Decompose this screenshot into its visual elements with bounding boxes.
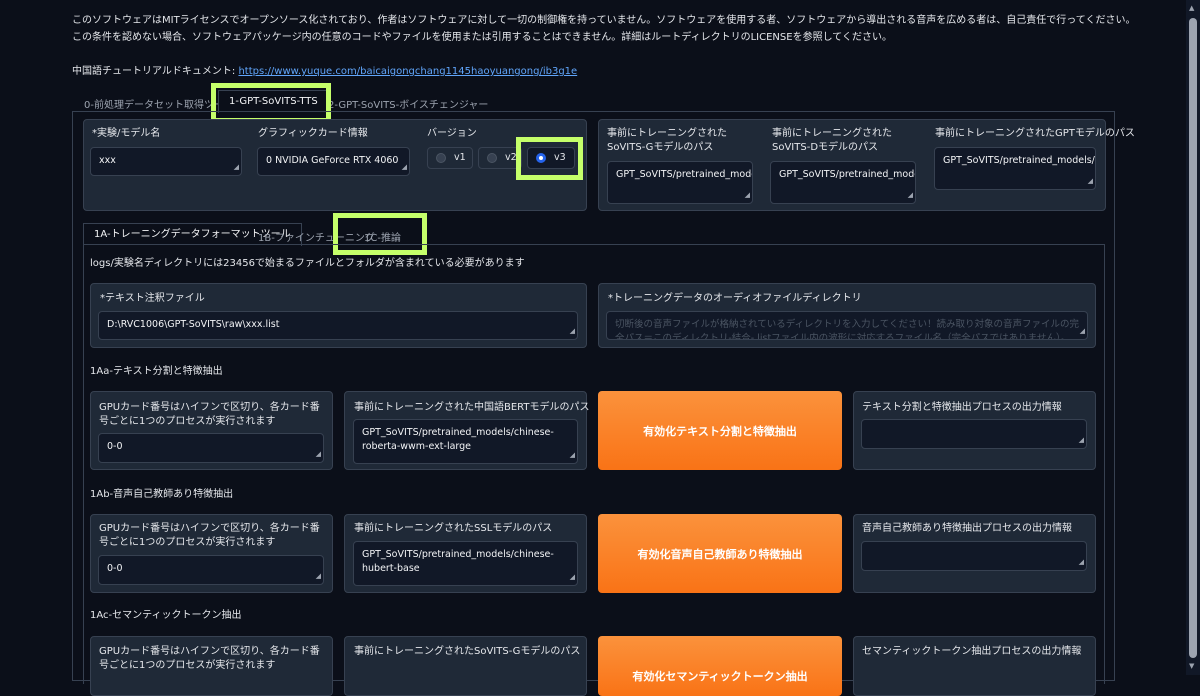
s1c-output-label: セマンティックトークン抽出プロセスの出力情報 — [862, 646, 1082, 657]
s1a-bert-input[interactable]: GPT_SoVITS/pretrained_models/chinese-rob… — [353, 419, 578, 464]
doc-label: 中国語チュートリアルドキュメント: — [72, 66, 239, 77]
s1b-gpu-label: GPUカード番号はハイフンで区切り、各カード番号ごとに1つのプロセスが実行されま… — [99, 523, 320, 548]
section-1ac-title: 1Ac-セマンティックトークン抽出 — [90, 610, 242, 621]
intro-text: このソフトウェアはMITライセンスでオープンソース化されており、作者はソフトウェ… — [72, 12, 1135, 80]
gpu-info-field[interactable]: 0 NVIDIA GeForce RTX 4060 ◢ — [257, 147, 410, 176]
s1a-output-box[interactable]: ◢ — [861, 419, 1087, 449]
s1b-ssl-input[interactable]: GPT_SoVITS/pretrained_models/chinese-hub… — [353, 541, 578, 586]
s1a-gpu-input[interactable]: 0-0 ◢ — [98, 433, 324, 463]
s1a-output-label: テキスト分割と特徴抽出プロセスの出力情報 — [862, 402, 1062, 413]
s1b-output-box[interactable]: ◢ — [861, 541, 1087, 571]
s1b-output-label: 音声自己教師あり特徴抽出プロセスの出力情報 — [862, 523, 1072, 534]
s1b-ssl-label: 事前にトレーニングされたSSLモデルのパス — [354, 523, 553, 534]
subtab-1c[interactable]: 1C-推論 — [364, 229, 401, 244]
section-1aa-title: 1Aa-テキスト分割と特徴抽出 — [90, 366, 223, 377]
sovits-g-path-label: 事前にトレーニングされたSoVITS-Gモデルのパス — [607, 128, 727, 153]
exp-name-input[interactable]: xxx ◢ — [90, 147, 242, 176]
notice-text: logs/実験名ディレクトリには23456で始まるファイルとフォルダが含まれてい… — [90, 258, 525, 269]
audio-dir-input[interactable]: 切断後の音声ファイルが格納されているディレクトリを入力してください！読み取り対象… — [606, 311, 1088, 340]
exp-name-label: *実験/モデル名 — [92, 128, 161, 139]
s1c-run-button[interactable]: 有効化セマンティックトークン抽出 — [598, 636, 842, 696]
radio-dot-icon — [436, 153, 446, 163]
tab-tts[interactable]: 1-GPT-SoVITS-TTS — [218, 90, 329, 113]
sovits-d-path-label: 事前にトレーニングされたSoVITS-Dモデルのパス — [772, 128, 892, 153]
s1a-bert-label: 事前にトレーニングされた中国語BERTモデルのパス — [354, 402, 590, 413]
s1a-gpu-label: GPUカード番号はハイフンで区切り、各カード番号ごとに1つのプロセスが実行されま… — [99, 402, 320, 427]
gpt-path-label: 事前にトレーニングされたGPTモデルのパス — [935, 128, 1135, 139]
page-scrollbar[interactable]: ▲ ▼ — [1186, 0, 1200, 675]
version-radio-v1[interactable]: v1 — [427, 147, 473, 169]
radio-selected-icon — [536, 153, 546, 163]
version-radio-v2[interactable]: v2 — [478, 147, 522, 169]
gpt-path-input[interactable]: GPT_SoVITS/pretrained_models/s1v3.ckpt◢ — [934, 147, 1096, 190]
gpu-info-label: グラフィックカード情報 — [258, 128, 368, 139]
s1b-gpu-input[interactable]: 0-0 ◢ — [98, 555, 324, 585]
version-radio-v3[interactable]: v3 — [527, 147, 575, 169]
license-line-1: このソフトウェアはMITライセンスでオープンソース化されており、作者はソフトウェ… — [72, 15, 1136, 26]
s1c-gpu-label: GPUカード番号はハイフンで区切り、各カード番号ごとに1つのプロセスが実行されま… — [99, 646, 320, 671]
subtab-1b[interactable]: 1B-ファインチューニング — [258, 229, 375, 244]
sovits-d-path-input[interactable]: GPT_SoVITS/pretrained_models/s2Dv3.pth◢ — [770, 161, 916, 204]
text-label-file-label: *テキスト注釈ファイル — [100, 293, 205, 304]
version-label: バージョン — [427, 128, 477, 139]
doc-link[interactable]: https://www.yuque.com/baicaigongchang114… — [238, 66, 577, 77]
radio-dot-icon — [487, 153, 497, 163]
scroll-up-icon[interactable]: ▲ — [1189, 4, 1194, 12]
license-line-2: この条件を認めない場合、ソフトウェアパッケージ内の任意のコードやファイルを使用ま… — [72, 32, 892, 43]
audio-dir-label: *トレーニングデータのオーディオファイルディレクトリ — [608, 293, 862, 304]
section-1ab-title: 1Ab-音声自己教師あり特徴抽出 — [90, 489, 234, 500]
scroll-down-icon[interactable]: ▼ — [1189, 662, 1194, 670]
text-label-file-input[interactable]: D:\RVC1006\GPT-SoVITS\raw\xxx.list ◢ — [98, 311, 578, 340]
tab-voice-changer[interactable]: 2-GPT-SoVITS-ボイスチェンジャー — [328, 96, 488, 111]
s1a-run-button[interactable]: 有効化テキスト分割と特徴抽出 — [598, 391, 842, 470]
s1b-run-button[interactable]: 有効化音声自己教師あり特徴抽出 — [598, 514, 842, 593]
sovits-g-path-input[interactable]: GPT_SoVITS/pretrained_models/s2Gv3.pth◢ — [607, 161, 753, 204]
s1c-sovits-label: 事前にトレーニングされたSoVITS-Gモデルのパス — [354, 646, 581, 657]
scrollbar-thumb[interactable] — [1189, 18, 1197, 658]
tab-preprocess[interactable]: 0-前処理データセット取得ツール — [84, 96, 234, 111]
